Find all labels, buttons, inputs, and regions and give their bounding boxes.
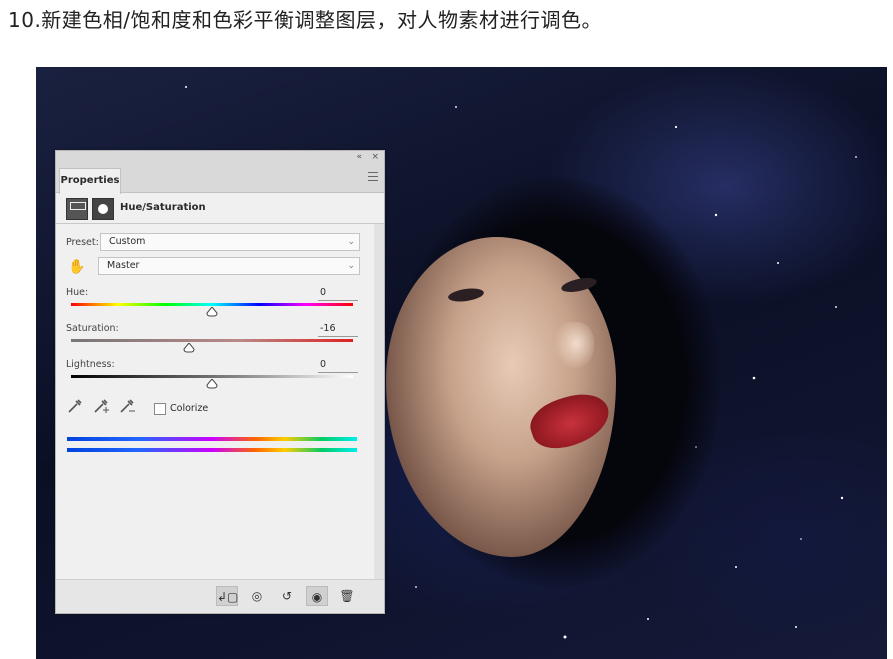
eye-icon[interactable]: ◉ [306, 586, 328, 606]
panel-bottom-toolbar: ↲▢ ◎ ↺ ◉ 🗑 [56, 579, 384, 613]
hue-label: Hue: [66, 287, 89, 298]
panel-tabs: Properties [56, 164, 384, 194]
double-chevron-icon[interactable]: « [356, 152, 362, 162]
layer-mask-icon[interactable] [92, 198, 114, 220]
view-previous-icon[interactable]: ◎ [246, 586, 268, 606]
eyedropper-plus-icon[interactable] [92, 397, 110, 415]
adjustment-layer-icon[interactable] [66, 198, 88, 220]
spectrum-bar-input [67, 437, 357, 441]
spectrum-bar-output [67, 448, 357, 452]
saturation-slider-track[interactable] [71, 339, 353, 342]
panel-scrollbar[interactable] [374, 224, 384, 579]
chevron-down-icon: ⌄ [347, 261, 355, 271]
channel-value: Master [107, 260, 140, 271]
targeted-adjustment-hand-icon[interactable]: ✋ [68, 259, 85, 275]
panel-titlebar: « × [56, 151, 384, 164]
close-icon[interactable]: × [371, 152, 379, 162]
nose-highlight [554, 322, 594, 370]
clip-to-layer-icon[interactable]: ↲▢ [216, 586, 238, 606]
preset-label: Preset: [66, 237, 99, 248]
chevron-down-icon: ⌄ [347, 237, 355, 247]
saturation-value-field[interactable]: -16 [318, 323, 358, 337]
saturation-label: Saturation: [66, 323, 119, 334]
lightness-value-field[interactable]: 0 [318, 359, 358, 373]
hue-value-field[interactable]: 0 [318, 287, 358, 301]
lightness-slider-track[interactable] [71, 375, 353, 378]
trash-icon[interactable]: 🗑 [336, 586, 358, 606]
eyedropper-minus-icon[interactable] [118, 397, 136, 415]
lightness-label: Lightness: [66, 359, 115, 370]
adjustment-type-row: Hue/Saturation [56, 193, 384, 224]
channel-dropdown[interactable]: Master ⌄ [98, 257, 360, 275]
page-heading: 10.新建色相/饱和度和色彩平衡调整图层，对人物素材进行调色。 [8, 8, 603, 32]
hue-slider-track[interactable] [71, 303, 353, 306]
colorize-label: Colorize [170, 403, 209, 414]
menu-icon[interactable] [368, 172, 378, 181]
tab-properties[interactable]: Properties [59, 168, 121, 194]
properties-panel: « × Properties Hue/Saturation Preset: Cu… [55, 150, 385, 614]
reset-icon[interactable]: ↺ [276, 586, 298, 606]
preset-value: Custom [109, 236, 146, 247]
adjustment-type-label: Hue/Saturation [120, 202, 206, 213]
preset-dropdown[interactable]: Custom ⌄ [100, 233, 360, 251]
colorize-checkbox[interactable] [154, 403, 166, 415]
eyedropper-icon[interactable] [66, 397, 84, 415]
